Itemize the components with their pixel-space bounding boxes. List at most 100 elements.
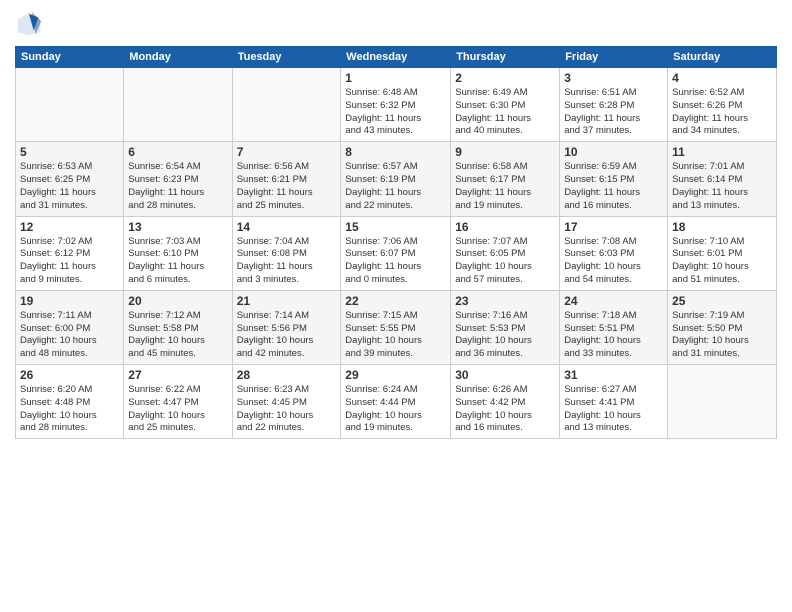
calendar-cell: 18 Sunrise: 7:10 AM Sunset: 6:01 PM Dayli… [668,216,777,290]
calendar-header-row: SundayMondayTuesdayWednesdayThursdayFrid… [16,47,777,68]
day-info: Sunrise: 6:51 AM Sunset: 6:28 PM Dayligh… [564,87,663,138]
day-number: 15 [345,220,446,234]
day-number: 26 [20,368,119,382]
day-number: 18 [672,220,772,234]
col-header-thursday: Thursday [451,47,560,68]
calendar-cell: 10 Sunrise: 6:59 AM Sunset: 6:15 PM Dayli… [560,142,668,216]
col-header-monday: Monday [124,47,232,68]
calendar-cell: 19Sunrise: 7:11 AM Sunset: 6:00 PM Dayli… [16,290,124,364]
day-info: Sunrise: 7:03 AM Sunset: 6:10 PM Dayligh… [128,236,227,287]
day-info: Sunrise: 7:07 AM Sunset: 6:05 PM Dayligh… [455,236,555,287]
col-header-friday: Friday [560,47,668,68]
col-header-wednesday: Wednesday [341,47,451,68]
day-info: Sunrise: 6:57 AM Sunset: 6:19 PM Dayligh… [345,161,446,212]
day-number: 28 [237,368,337,382]
day-info: Sunrise: 7:06 AM Sunset: 6:07 PM Dayligh… [345,236,446,287]
calendar-cell: 13 Sunrise: 7:03 AM Sunset: 6:10 PM Dayli… [124,216,232,290]
calendar-cell: 21Sunrise: 7:14 AM Sunset: 5:56 PM Dayli… [232,290,341,364]
day-info: Sunrise: 7:10 AM Sunset: 6:01 PM Dayligh… [672,236,772,287]
calendar-cell: 31 Sunrise: 6:27 AM Sunset: 4:41 PM Dayli… [560,365,668,439]
day-number: 31 [564,368,663,382]
day-number: 2 [455,71,555,85]
header [15,10,777,38]
col-header-saturday: Saturday [668,47,777,68]
calendar-week-1: 1 Sunrise: 6:48 AM Sunset: 6:32 PM Daylig… [16,68,777,142]
calendar-week-2: 5 Sunrise: 6:53 AM Sunset: 6:25 PM Daylig… [16,142,777,216]
day-number: 16 [455,220,555,234]
day-number: 1 [345,71,446,85]
calendar-cell: 17Sunrise: 7:08 AM Sunset: 6:03 PM Dayli… [560,216,668,290]
day-info: Sunrise: 6:22 AM Sunset: 4:47 PM Dayligh… [128,384,227,435]
day-info: Sunrise: 6:26 AM Sunset: 4:42 PM Dayligh… [455,384,555,435]
day-info: Sunrise: 6:58 AM Sunset: 6:17 PM Dayligh… [455,161,555,212]
day-number: 27 [128,368,227,382]
calendar-cell: 1 Sunrise: 6:48 AM Sunset: 6:32 PM Daylig… [341,68,451,142]
day-number: 29 [345,368,446,382]
calendar-cell: 7 Sunrise: 6:56 AM Sunset: 6:21 PM Daylig… [232,142,341,216]
day-info: Sunrise: 7:19 AM Sunset: 5:50 PM Dayligh… [672,310,772,361]
day-number: 20 [128,294,227,308]
day-number: 8 [345,145,446,159]
logo-icon [15,10,43,38]
day-number: 6 [128,145,227,159]
calendar-cell: 5 Sunrise: 6:53 AM Sunset: 6:25 PM Daylig… [16,142,124,216]
calendar-week-5: 26 Sunrise: 6:20 AM Sunset: 4:48 PM Dayli… [16,365,777,439]
logo [15,10,47,38]
calendar-cell [16,68,124,142]
day-info: Sunrise: 7:04 AM Sunset: 6:08 PM Dayligh… [237,236,337,287]
calendar-cell: 24 Sunrise: 7:18 AM Sunset: 5:51 PM Dayli… [560,290,668,364]
calendar-table: SundayMondayTuesdayWednesdayThursdayFrid… [15,46,777,439]
day-info: Sunrise: 6:56 AM Sunset: 6:21 PM Dayligh… [237,161,337,212]
calendar-cell: 9 Sunrise: 6:58 AM Sunset: 6:17 PM Daylig… [451,142,560,216]
calendar-cell: 6 Sunrise: 6:54 AM Sunset: 6:23 PM Daylig… [124,142,232,216]
day-info: Sunrise: 6:24 AM Sunset: 4:44 PM Dayligh… [345,384,446,435]
calendar-cell: 28 Sunrise: 6:23 AM Sunset: 4:45 PM Dayli… [232,365,341,439]
col-header-sunday: Sunday [16,47,124,68]
day-info: Sunrise: 7:14 AM Sunset: 5:56 PM Dayligh… [237,310,337,361]
day-number: 5 [20,145,119,159]
day-info: Sunrise: 6:48 AM Sunset: 6:32 PM Dayligh… [345,87,446,138]
calendar-cell: 22Sunrise: 7:15 AM Sunset: 5:55 PM Dayli… [341,290,451,364]
day-number: 11 [672,145,772,159]
day-number: 13 [128,220,227,234]
calendar-cell: 11 Sunrise: 7:01 AM Sunset: 6:14 PM Dayli… [668,142,777,216]
day-info: Sunrise: 6:59 AM Sunset: 6:15 PM Dayligh… [564,161,663,212]
calendar-cell: 29 Sunrise: 6:24 AM Sunset: 4:44 PM Dayli… [341,365,451,439]
calendar-cell: 25 Sunrise: 7:19 AM Sunset: 5:50 PM Dayli… [668,290,777,364]
day-number: 24 [564,294,663,308]
day-info: Sunrise: 6:52 AM Sunset: 6:26 PM Dayligh… [672,87,772,138]
calendar-cell [124,68,232,142]
page: SundayMondayTuesdayWednesdayThursdayFrid… [0,0,792,612]
day-info: Sunrise: 6:23 AM Sunset: 4:45 PM Dayligh… [237,384,337,435]
day-number: 30 [455,368,555,382]
day-info: Sunrise: 6:27 AM Sunset: 4:41 PM Dayligh… [564,384,663,435]
calendar-week-3: 12Sunrise: 7:02 AM Sunset: 6:12 PM Dayli… [16,216,777,290]
day-info: Sunrise: 7:18 AM Sunset: 5:51 PM Dayligh… [564,310,663,361]
day-number: 9 [455,145,555,159]
calendar-cell: 8 Sunrise: 6:57 AM Sunset: 6:19 PM Daylig… [341,142,451,216]
calendar-cell: 15 Sunrise: 7:06 AM Sunset: 6:07 PM Dayli… [341,216,451,290]
day-info: Sunrise: 6:53 AM Sunset: 6:25 PM Dayligh… [20,161,119,212]
calendar-cell: 23Sunrise: 7:16 AM Sunset: 5:53 PM Dayli… [451,290,560,364]
day-number: 10 [564,145,663,159]
day-info: Sunrise: 6:54 AM Sunset: 6:23 PM Dayligh… [128,161,227,212]
calendar-cell: 12Sunrise: 7:02 AM Sunset: 6:12 PM Dayli… [16,216,124,290]
day-number: 19 [20,294,119,308]
calendar-cell: 14 Sunrise: 7:04 AM Sunset: 6:08 PM Dayli… [232,216,341,290]
calendar-week-4: 19Sunrise: 7:11 AM Sunset: 6:00 PM Dayli… [16,290,777,364]
day-number: 4 [672,71,772,85]
day-info: Sunrise: 7:12 AM Sunset: 5:58 PM Dayligh… [128,310,227,361]
calendar-cell: 30 Sunrise: 6:26 AM Sunset: 4:42 PM Dayli… [451,365,560,439]
day-info: Sunrise: 6:20 AM Sunset: 4:48 PM Dayligh… [20,384,119,435]
day-number: 3 [564,71,663,85]
day-number: 7 [237,145,337,159]
calendar-cell: 3 Sunrise: 6:51 AM Sunset: 6:28 PM Daylig… [560,68,668,142]
day-info: Sunrise: 6:49 AM Sunset: 6:30 PM Dayligh… [455,87,555,138]
day-info: Sunrise: 7:01 AM Sunset: 6:14 PM Dayligh… [672,161,772,212]
day-number: 25 [672,294,772,308]
day-info: Sunrise: 7:08 AM Sunset: 6:03 PM Dayligh… [564,236,663,287]
day-number: 14 [237,220,337,234]
calendar-cell: 26 Sunrise: 6:20 AM Sunset: 4:48 PM Dayli… [16,365,124,439]
calendar-cell: 27 Sunrise: 6:22 AM Sunset: 4:47 PM Dayli… [124,365,232,439]
day-info: Sunrise: 7:02 AM Sunset: 6:12 PM Dayligh… [20,236,119,287]
